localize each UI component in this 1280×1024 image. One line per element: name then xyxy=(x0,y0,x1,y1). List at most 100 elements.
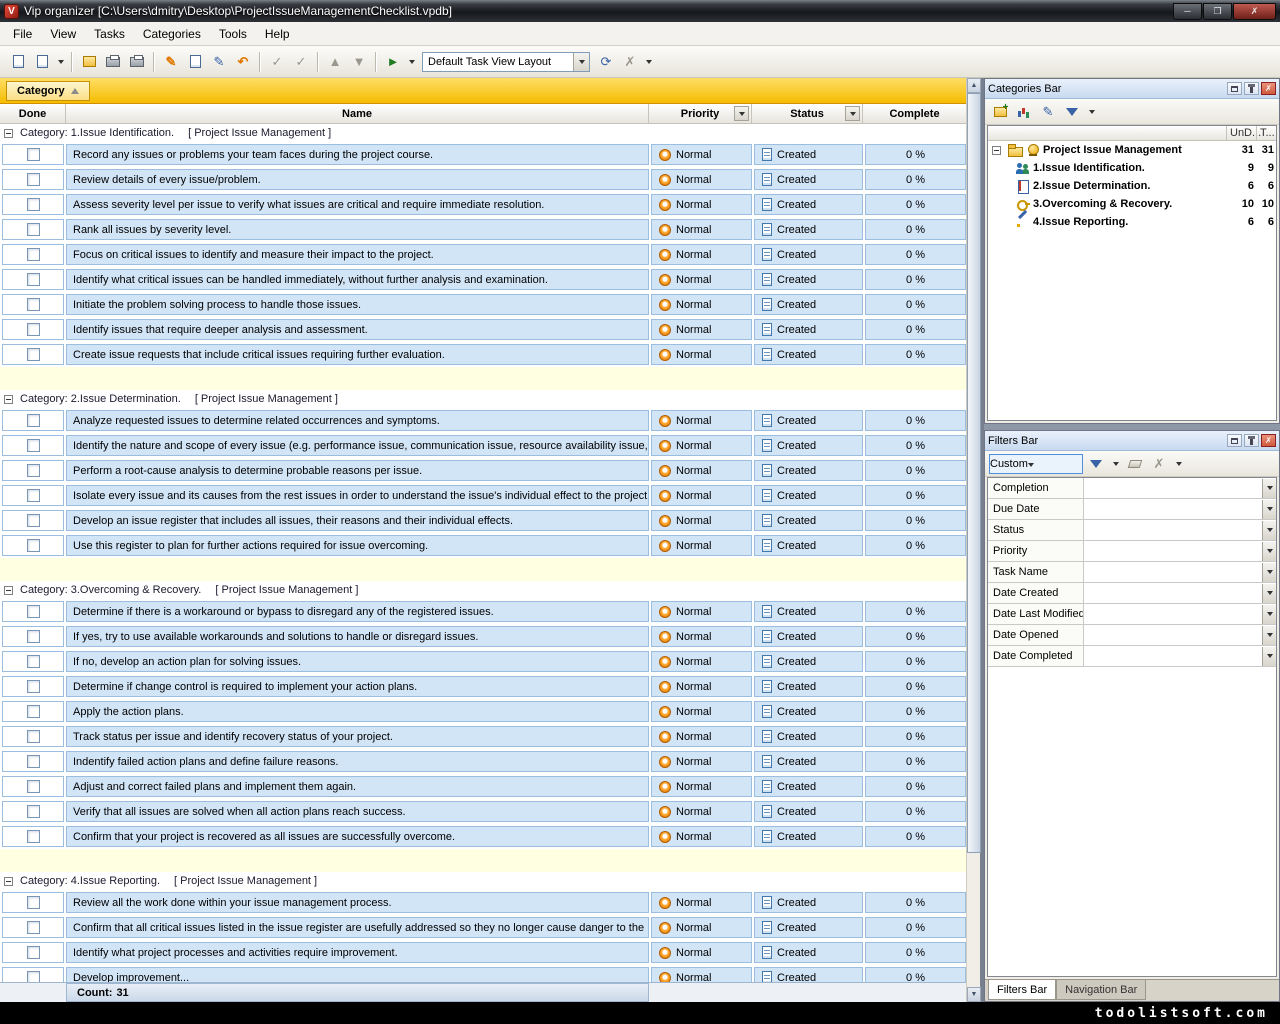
task-status-cell[interactable]: Created xyxy=(754,751,863,772)
task-name-cell[interactable]: Adjust and correct failed plans and impl… xyxy=(66,776,649,797)
task-name-cell[interactable]: Identify what project processes and acti… xyxy=(66,942,649,963)
filter-dropdown-button[interactable] xyxy=(1262,563,1276,582)
scrollbar-thumb[interactable] xyxy=(967,93,981,853)
toolbar-overflow-button[interactable] xyxy=(642,50,655,74)
task-status-cell[interactable]: Created xyxy=(754,601,863,622)
task-name-cell[interactable]: Track status per issue and identify reco… xyxy=(66,726,649,747)
task-name-cell[interactable]: Initiate the problem solving process to … xyxy=(66,294,649,315)
task-priority-cell[interactable]: Normal xyxy=(651,626,752,647)
task-status-cell[interactable]: Created xyxy=(754,626,863,647)
move-up-button[interactable]: ▲ xyxy=(323,50,347,74)
status-filter-button[interactable] xyxy=(845,106,860,121)
task-status-cell[interactable]: Created xyxy=(754,344,863,365)
task-checkbox[interactable] xyxy=(27,946,40,959)
task-status-cell[interactable]: Created xyxy=(754,776,863,797)
task-priority-cell[interactable]: Normal xyxy=(651,701,752,722)
column-complete[interactable]: Complete xyxy=(863,104,966,123)
layout-combobox[interactable]: Default Task View Layout xyxy=(422,52,590,72)
delete-filter-button[interactable]: ✗ xyxy=(1148,454,1170,474)
filter-value-field[interactable] xyxy=(1084,646,1276,666)
task-status-cell[interactable]: Created xyxy=(754,269,863,290)
task-status-cell[interactable]: Created xyxy=(754,676,863,697)
column-name[interactable]: Name xyxy=(66,104,649,123)
task-priority-cell[interactable]: Normal xyxy=(651,460,752,481)
new-dropdown-button[interactable] xyxy=(54,50,67,74)
new-item-button[interactable] xyxy=(30,50,54,74)
task-priority-cell[interactable]: Normal xyxy=(651,826,752,847)
task-name-cell[interactable]: Identify what critical issues can be han… xyxy=(66,269,649,290)
share-button[interactable]: ✎ xyxy=(207,50,231,74)
filter-dropdown-button[interactable] xyxy=(1262,479,1276,498)
task-checkbox[interactable] xyxy=(27,298,40,311)
task-priority-cell[interactable]: Normal xyxy=(651,344,752,365)
total-column-label[interactable]: T... xyxy=(1256,126,1276,140)
task-checkbox[interactable] xyxy=(27,971,40,982)
go-button[interactable]: ► xyxy=(381,50,405,74)
task-name-cell[interactable]: Apply the action plans. xyxy=(66,701,649,722)
float-button[interactable] xyxy=(1227,82,1242,95)
collapse-icon[interactable] xyxy=(4,877,13,886)
task-priority-cell[interactable]: Normal xyxy=(651,319,752,340)
task-checkbox[interactable] xyxy=(27,655,40,668)
manage-categories-button[interactable] xyxy=(1013,102,1035,122)
task-status-cell[interactable]: Created xyxy=(754,194,863,215)
task-name-cell[interactable]: Determine if there is a workaround or by… xyxy=(66,601,649,622)
collapse-icon[interactable] xyxy=(4,129,13,138)
filter-dropdown-button[interactable] xyxy=(1262,500,1276,519)
task-status-cell[interactable]: Created xyxy=(754,294,863,315)
menu-help[interactable]: Help xyxy=(256,23,299,45)
category-group-header[interactable]: Category: 1.Issue Identification. [ Proj… xyxy=(0,124,966,142)
task-priority-cell[interactable]: Normal xyxy=(651,144,752,165)
close-button[interactable]: ✗ xyxy=(1233,3,1276,20)
filter-dropdown-button[interactable] xyxy=(1262,626,1276,645)
task-checkbox[interactable] xyxy=(27,539,40,552)
task-checkbox[interactable] xyxy=(27,830,40,843)
task-priority-cell[interactable]: Normal xyxy=(651,435,752,456)
task-name-cell[interactable]: Confirm that all critical issues listed … xyxy=(66,917,649,938)
task-status-cell[interactable]: Created xyxy=(754,435,863,456)
go-dropdown-button[interactable] xyxy=(405,50,418,74)
task-name-cell[interactable]: Identify the nature and scope of every i… xyxy=(66,435,649,456)
task-checkbox[interactable] xyxy=(27,514,40,527)
task-checkbox[interactable] xyxy=(27,348,40,361)
task-name-cell[interactable]: Assess severity level per issue to verif… xyxy=(66,194,649,215)
task-name-cell[interactable]: Focus on critical issues to identify and… xyxy=(66,244,649,265)
task-checkbox[interactable] xyxy=(27,896,40,909)
menu-tasks[interactable]: Tasks xyxy=(85,23,134,45)
category-group-header[interactable]: Category: 4.Issue Reporting. [ Project I… xyxy=(0,872,966,890)
priority-filter-button[interactable] xyxy=(734,106,749,121)
task-status-cell[interactable]: Created xyxy=(754,651,863,672)
pin-button[interactable] xyxy=(1244,82,1259,95)
task-priority-cell[interactable]: Normal xyxy=(651,535,752,556)
task-name-cell[interactable]: Use this register to plan for further ac… xyxy=(66,535,649,556)
task-checkbox[interactable] xyxy=(27,173,40,186)
group-by-category-tab[interactable]: Category xyxy=(6,81,90,101)
filter-value-field[interactable] xyxy=(1084,520,1276,540)
column-status[interactable]: Status xyxy=(752,104,863,123)
category-tree-item[interactable]: 1.Issue Identification.99 xyxy=(988,159,1276,177)
task-name-cell[interactable]: Develop improvement... xyxy=(66,967,649,982)
task-checkbox[interactable] xyxy=(27,414,40,427)
task-name-cell[interactable]: Rank all issues by severity level. xyxy=(66,219,649,240)
move-down-button[interactable]: ▼ xyxy=(347,50,371,74)
task-priority-cell[interactable]: Normal xyxy=(651,294,752,315)
tab-navigation-bar[interactable]: Navigation Bar xyxy=(1056,980,1146,1000)
duplicate-button[interactable] xyxy=(183,50,207,74)
filter-preset-arrow[interactable] xyxy=(1028,458,1034,470)
complete-button[interactable]: ✓ xyxy=(265,50,289,74)
filter-value-field[interactable] xyxy=(1084,583,1276,603)
task-priority-cell[interactable]: Normal xyxy=(651,510,752,531)
task-checkbox[interactable] xyxy=(27,323,40,336)
task-name-cell[interactable]: If yes, try to use available workarounds… xyxy=(66,626,649,647)
task-priority-cell[interactable]: Normal xyxy=(651,676,752,697)
filter-value-field[interactable] xyxy=(1084,541,1276,561)
new-task-button[interactable] xyxy=(6,50,30,74)
task-checkbox[interactable] xyxy=(27,223,40,236)
incomplete-button[interactable]: ✓ xyxy=(289,50,313,74)
task-checkbox[interactable] xyxy=(27,780,40,793)
maximize-button[interactable]: ❐ xyxy=(1203,3,1232,20)
column-done[interactable]: Done xyxy=(0,104,66,123)
task-status-cell[interactable]: Created xyxy=(754,244,863,265)
task-name-cell[interactable]: Review all the work done within your iss… xyxy=(66,892,649,913)
minimize-button[interactable]: ─ xyxy=(1173,3,1202,20)
